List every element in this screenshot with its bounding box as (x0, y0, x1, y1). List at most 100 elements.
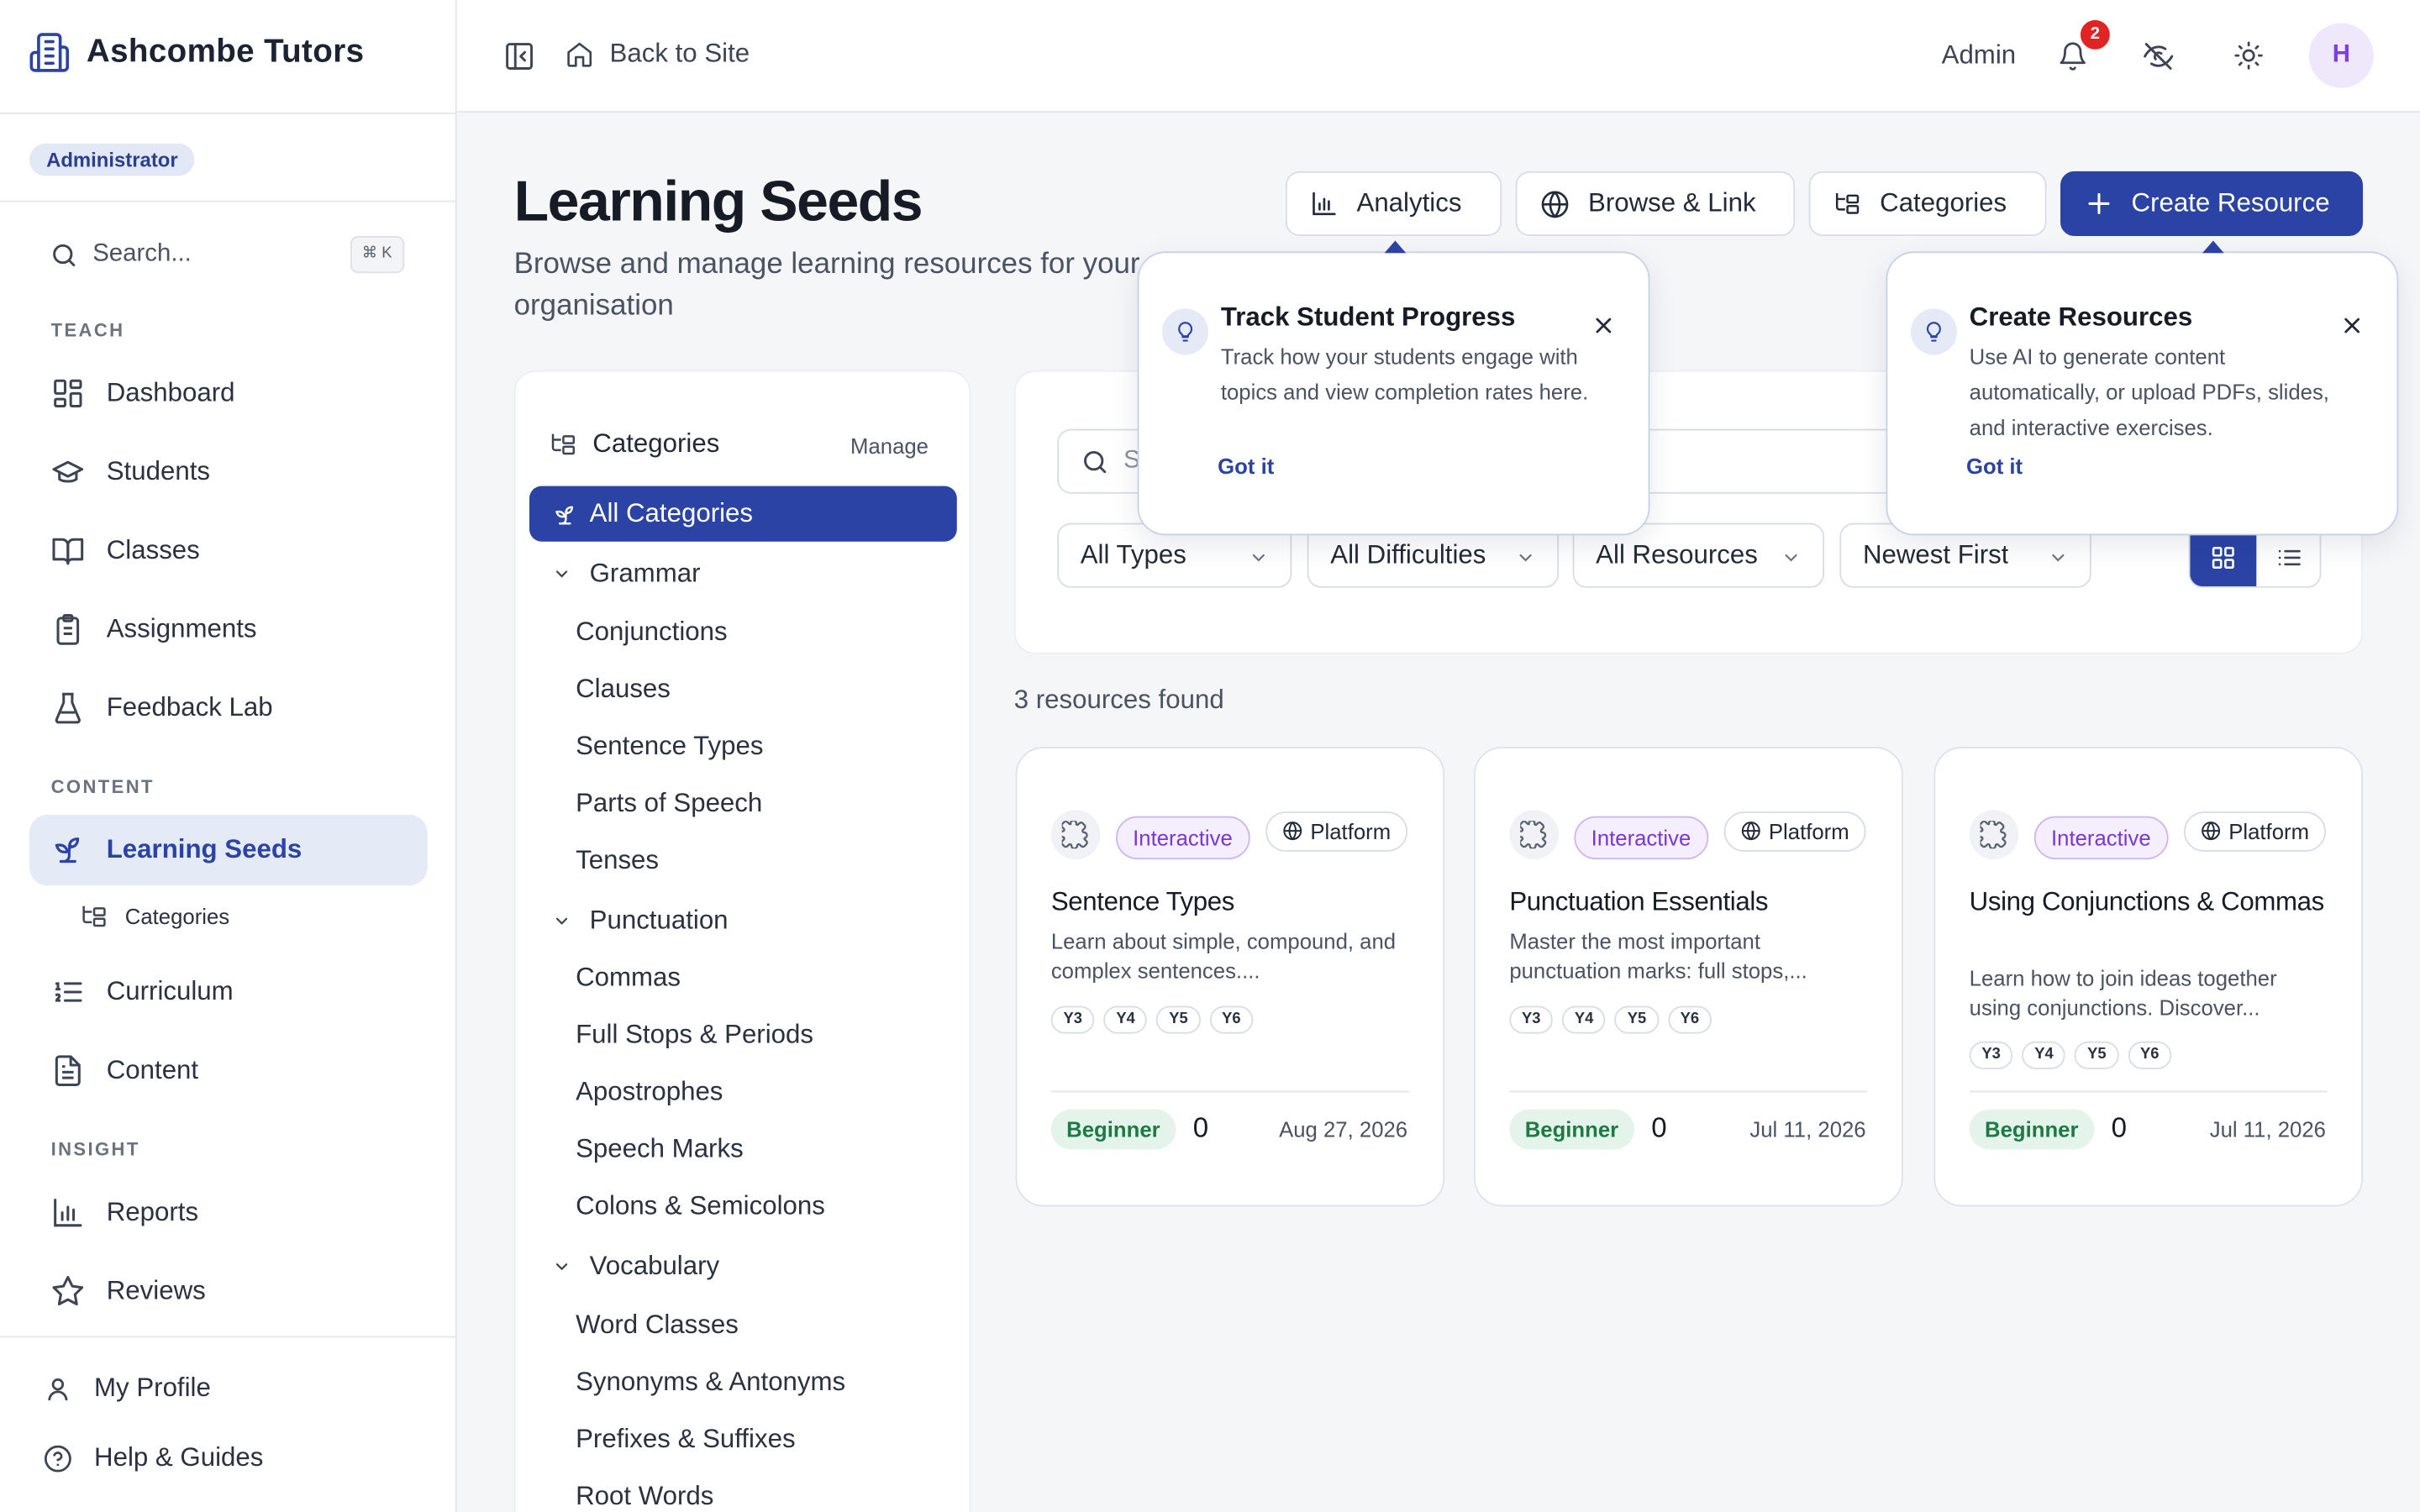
category-item[interactable]: Synonyms & Antonyms (576, 1367, 845, 1398)
category-item[interactable]: Apostrophes (576, 1077, 723, 1108)
resource-card[interactable]: Interactive Platform Sentence Types Lear… (1015, 746, 1445, 1207)
card-date: Jul 11, 2026 (1749, 1116, 1866, 1142)
sidebar-item-label: Classes (106, 535, 200, 565)
card-title: Sentence Types (1050, 887, 1235, 917)
interactive-badge: Interactive (1574, 816, 1708, 860)
back-to-site-link[interactable]: Back to Site (565, 39, 750, 70)
category-item[interactable]: Conjunctions (576, 617, 728, 648)
difficulty-badge: Beginner (1050, 1109, 1176, 1150)
sidebar-search[interactable]: Search... ⌘ K (50, 236, 408, 274)
dashboard-icon (51, 376, 85, 410)
platform-badge: Platform (1265, 811, 1408, 852)
analytics-button[interactable]: Analytics (1286, 171, 1502, 237)
sidebar-toggle-icon[interactable] (503, 40, 536, 73)
category-item[interactable]: Clauses (576, 675, 671, 706)
interactive-badge: Interactive (1115, 816, 1250, 860)
category-item[interactable]: Prefixes & Suffixes (576, 1424, 795, 1455)
year-tag: Y3 (1050, 1005, 1095, 1034)
bar-chart-icon (51, 1195, 85, 1229)
sidebar-item-students[interactable]: Students (29, 437, 428, 507)
year-tag: Y3 (1509, 1005, 1554, 1034)
sidebar-item-classes[interactable]: Classes (29, 515, 428, 585)
category-item[interactable]: Full Stops & Periods (576, 1020, 813, 1051)
onboarding-tooltip-create: Create Resources Use AI to generate cont… (1886, 240, 2399, 536)
sidebar-item-reviews[interactable]: Reviews (29, 1256, 428, 1326)
category-group-vocabulary[interactable]: Vocabulary (553, 1252, 719, 1283)
chevron-down-icon (553, 912, 571, 931)
top-bar: Back to Site Admin 2 H (456, 0, 2420, 113)
resource-card[interactable]: Interactive Platform Punctuation Essenti… (1474, 746, 1903, 1207)
year-tag: Y5 (2075, 1041, 2119, 1069)
card-description: Master the most important punctuation ma… (1509, 928, 1807, 984)
category-item[interactable]: Root Words (576, 1481, 713, 1512)
difficulty-badge: Beginner (1969, 1109, 2094, 1150)
building-icon (28, 31, 71, 74)
globe-icon (1283, 822, 1302, 841)
sidebar-item-label: Curriculum (106, 976, 234, 1006)
sidebar-item-assignments[interactable]: Assignments (29, 594, 428, 664)
category-item[interactable]: Commas (576, 963, 681, 994)
sidebar-item-learning-seeds[interactable]: Learning Seeds (29, 814, 428, 886)
close-icon[interactable] (1593, 315, 1615, 337)
year-tags: Y3 Y4 Y5 Y6 (1050, 1005, 1254, 1034)
close-icon[interactable] (2341, 315, 2363, 337)
bar-chart-icon (1310, 190, 1338, 218)
keyboard-shortcut: ⌘ K (350, 236, 405, 274)
difficulty-select-value: All Difficulties (1330, 539, 1486, 570)
categories-label: Categories (1880, 188, 2007, 218)
analytics-label: Analytics (1356, 188, 1462, 218)
clipboard-icon (51, 612, 85, 646)
categories-button[interactable]: Categories (1808, 171, 2047, 237)
sidebar-item-dashboard[interactable]: Dashboard (29, 358, 428, 428)
category-item[interactable]: Sentence Types (576, 732, 763, 763)
sprout-icon (51, 833, 85, 867)
browse-link-button[interactable]: Browse & Link (1515, 171, 1796, 237)
category-item[interactable]: Colons & Semicolons (576, 1191, 825, 1222)
search-icon (1081, 448, 1110, 477)
category-group-punctuation[interactable]: Punctuation (553, 906, 729, 937)
sidebar-item-label: Reviews (106, 1275, 206, 1305)
card-description: Learn about simple, compound, and comple… (1050, 928, 1397, 984)
category-item[interactable]: Word Classes (576, 1310, 739, 1341)
year-tags: Y3 Y4 Y5 Y6 (1509, 1005, 1712, 1034)
results-count: 3 resources found (1013, 685, 1224, 715)
browse-link-label: Browse & Link (1588, 188, 1756, 218)
sidebar-subitem-categories[interactable]: Categories (81, 902, 229, 930)
globe-icon (1741, 822, 1760, 841)
category-item[interactable]: Tenses (576, 846, 659, 877)
my-profile-link[interactable]: My Profile (43, 1373, 211, 1404)
divider (0, 200, 457, 202)
platform-badge-label: Platform (1768, 819, 1849, 844)
categories-heading: Categories (550, 429, 719, 460)
create-resource-button[interactable]: Create Resource (2060, 171, 2364, 237)
avatar[interactable]: H (2308, 23, 2374, 88)
category-item[interactable]: Parts of Speech (576, 789, 762, 820)
tooltip-body: Track how your students engage with topi… (1220, 344, 1589, 405)
categories-heading-label: Categories (592, 428, 720, 459)
help-guides-link[interactable]: Help & Guides (43, 1442, 263, 1473)
category-item[interactable]: Speech Marks (576, 1134, 744, 1165)
eye-off-icon[interactable] (2142, 40, 2175, 73)
usage-count: 0 (1192, 1112, 1209, 1144)
bell-icon[interactable] (2057, 40, 2088, 73)
sidebar-item-curriculum[interactable]: Curriculum (29, 957, 428, 1027)
sidebar-item-feedback-lab[interactable]: Feedback Lab (29, 673, 428, 743)
sidebar-item-content[interactable]: Content (29, 1035, 428, 1105)
tooltip-body: Use AI to generate content automatically… (1969, 344, 2329, 440)
divider (1050, 1090, 1409, 1093)
page-title: Learning Seeds (513, 170, 923, 234)
manage-categories-link[interactable]: Manage (850, 433, 929, 458)
brand[interactable]: Ashcombe Tutors (28, 31, 364, 74)
divider (0, 113, 457, 114)
got-it-button[interactable]: Got it (1218, 454, 1274, 478)
resource-card[interactable]: Interactive Platform Using Conjunctions … (1933, 746, 2364, 1207)
chevron-down-icon (1249, 548, 1269, 568)
got-it-button[interactable]: Got it (1966, 454, 2023, 478)
puzzle-icon (1050, 810, 1101, 860)
sidebar-item-reports[interactable]: Reports (29, 1177, 428, 1247)
category-group-grammar[interactable]: Grammar (553, 559, 700, 590)
sun-icon[interactable] (2233, 40, 2265, 71)
book-open-icon (51, 534, 85, 568)
category-all[interactable]: All Categories (529, 486, 957, 542)
admin-label[interactable]: Admin (1942, 40, 2017, 71)
